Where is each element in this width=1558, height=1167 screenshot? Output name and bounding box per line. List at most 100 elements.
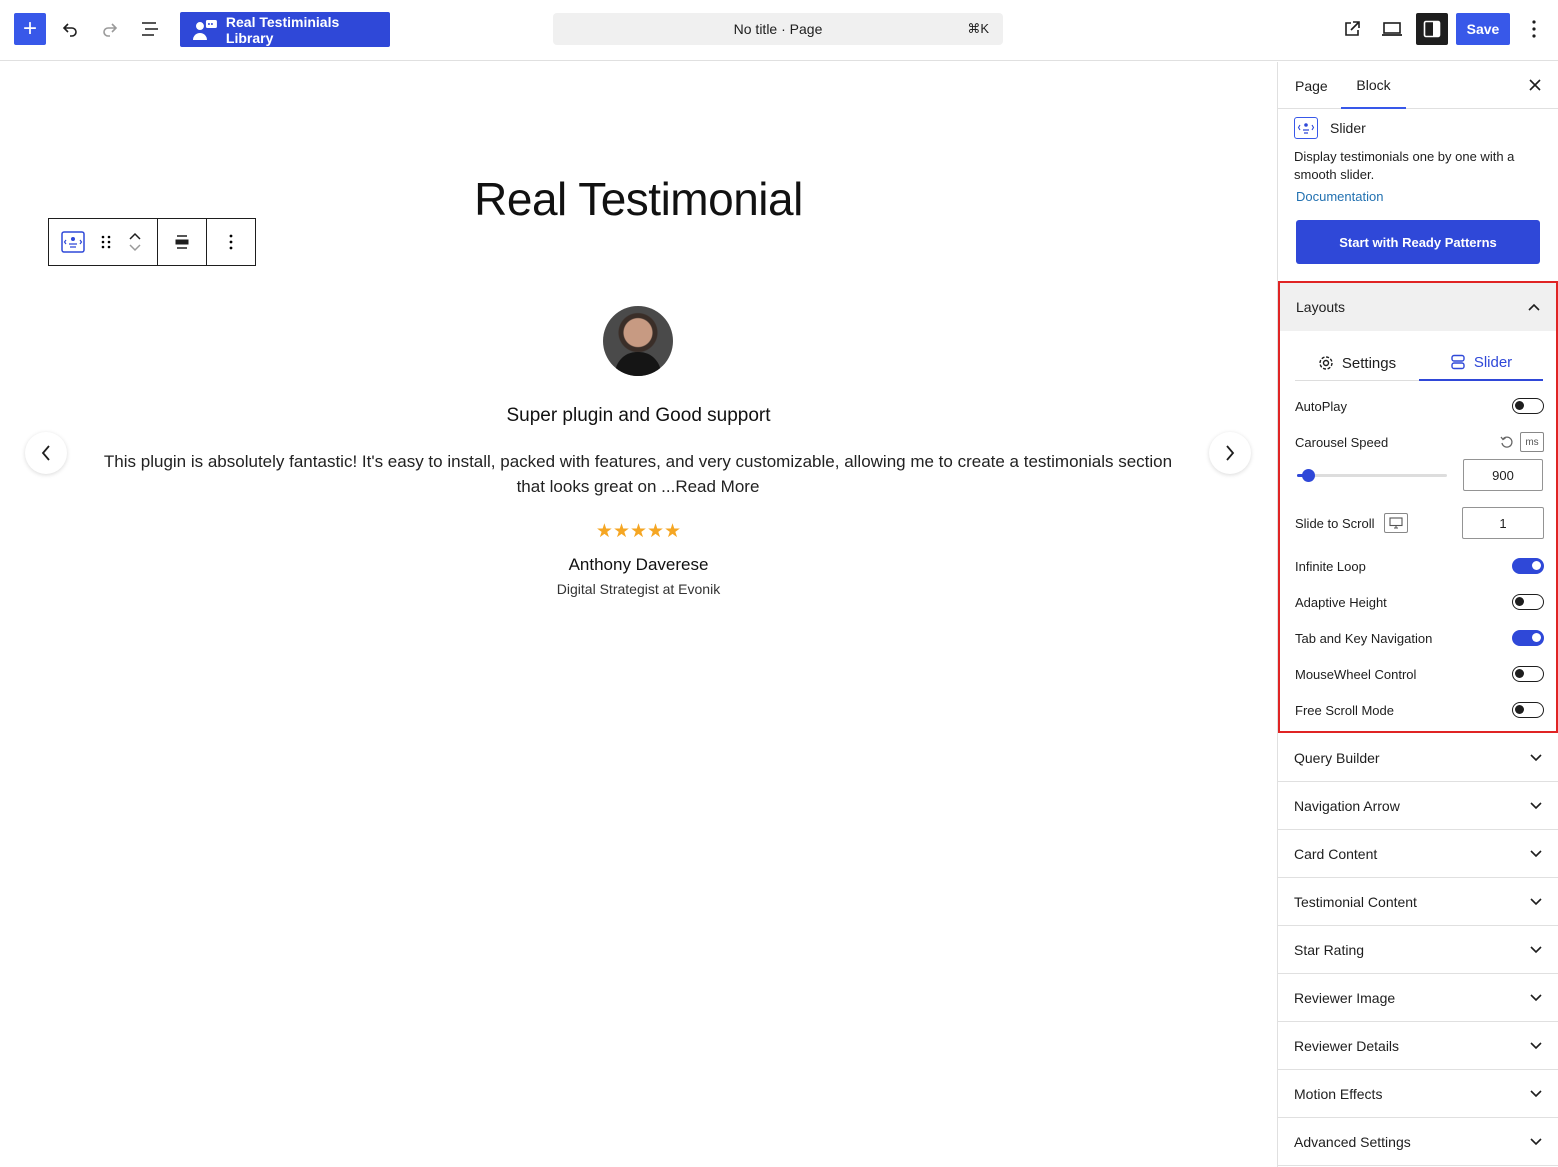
chevron-down-icon xyxy=(1530,1041,1542,1049)
block-name: Slider xyxy=(1330,120,1366,136)
responsive-device-button[interactable] xyxy=(1384,513,1409,533)
chevron-down-icon xyxy=(1530,1137,1542,1145)
infinite-loop-row: Infinite Loop xyxy=(1295,555,1544,577)
desktop-icon xyxy=(1389,517,1404,529)
save-label: Save xyxy=(1466,21,1500,37)
tab-settings-label: Settings xyxy=(1341,354,1397,372)
adaptive-height-row: Adaptive Height xyxy=(1295,591,1544,613)
slider-prev-arrow[interactable] xyxy=(25,432,67,474)
chevron-down-icon xyxy=(1530,1089,1542,1097)
block-toolbar-group-align xyxy=(158,219,207,265)
slide-to-scroll-label: Slide to Scroll xyxy=(1295,515,1375,531)
tab-page[interactable]: Page xyxy=(1295,62,1328,109)
accordion-testimonial-content[interactable]: Testimonial Content xyxy=(1278,878,1558,926)
document-overview-button[interactable] xyxy=(136,14,164,44)
slider-next-arrow[interactable] xyxy=(1209,432,1251,474)
slider-tab-icon xyxy=(1451,354,1465,370)
testimonial-body: This plugin is absolutely fantastic! It'… xyxy=(103,452,1173,496)
move-down-icon[interactable] xyxy=(129,244,141,252)
accordion-advanced-settings[interactable]: Advanced Settings xyxy=(1278,1118,1558,1166)
block-toolbar xyxy=(48,218,256,266)
options-button[interactable] xyxy=(1520,14,1548,44)
layouts-panel: Layouts Settings Slider AutoPlay Carouse… xyxy=(1278,281,1558,733)
accordion-reviewer-details[interactable]: Reviewer Details xyxy=(1278,1022,1558,1070)
adaptive-height-label: Adaptive Height xyxy=(1295,594,1387,610)
slide-to-scroll-row: Slide to Scroll 1 xyxy=(1295,507,1544,539)
chevron-down-icon xyxy=(1530,849,1542,857)
speed-slider[interactable] xyxy=(1297,469,1447,482)
command-shortcut: ⌘K xyxy=(967,21,989,36)
plus-icon: + xyxy=(22,15,37,42)
device-preview-button[interactable] xyxy=(1377,14,1407,44)
mousewheel-control-row: MouseWheel Control xyxy=(1295,663,1544,685)
carousel-speed-input[interactable]: 900 xyxy=(1463,459,1543,491)
accordion-label: Star Rating xyxy=(1294,941,1365,958)
tab-key-navigation-toggle[interactable] xyxy=(1512,630,1544,646)
reset-icon[interactable] xyxy=(1500,435,1514,449)
star-rating: ★★★★★ xyxy=(595,521,682,542)
documentation-link[interactable]: Documentation xyxy=(1296,189,1544,204)
undo-button[interactable] xyxy=(56,14,84,44)
chevron-down-icon xyxy=(1530,801,1542,809)
settings-sidebar-toggle[interactable] xyxy=(1416,13,1448,45)
accordion-label: Card Content xyxy=(1294,845,1378,862)
tab-block[interactable]: Block xyxy=(1341,62,1406,109)
close-sidebar-button[interactable] xyxy=(1526,76,1544,94)
move-up-icon[interactable] xyxy=(129,232,141,240)
free-scroll-mode-toggle[interactable] xyxy=(1512,702,1544,718)
block-toolbar-group-block xyxy=(49,219,158,265)
adaptive-height-toggle[interactable] xyxy=(1512,594,1544,610)
settings-sidebar: Page Block Slider Display testimonials o… xyxy=(1277,62,1558,1167)
accordion-star-rating[interactable]: Star Rating xyxy=(1278,926,1558,974)
slider-block-icon xyxy=(1294,117,1318,139)
tab-settings[interactable]: Settings xyxy=(1295,345,1419,381)
external-link-icon xyxy=(1345,21,1360,36)
accordion-navigation-arrow[interactable]: Navigation Arrow xyxy=(1278,782,1558,830)
list-view-icon xyxy=(142,22,158,36)
infinite-loop-label: Infinite Loop xyxy=(1295,558,1366,574)
tab-slider-label: Slider xyxy=(1473,353,1513,371)
redo-icon xyxy=(103,23,118,37)
accordion-reviewer-image[interactable]: Reviewer Image xyxy=(1278,974,1558,1022)
redo-button[interactable] xyxy=(96,14,124,44)
align-button[interactable] xyxy=(174,219,190,265)
accordion-label: Motion Effects xyxy=(1294,1085,1383,1102)
block-type-button[interactable] xyxy=(49,219,97,265)
command-palette-bar[interactable]: No title · Page ⌘K xyxy=(553,13,1003,45)
slide-to-scroll-input[interactable]: 1 xyxy=(1462,507,1544,539)
move-block-controls xyxy=(115,219,155,265)
document-title: No title · Page xyxy=(733,21,823,37)
close-icon xyxy=(1529,79,1541,91)
autoplay-label: AutoPlay xyxy=(1295,398,1348,414)
tab-slider[interactable]: Slider xyxy=(1419,345,1543,381)
add-block-button[interactable]: + xyxy=(14,13,46,45)
accordion-label: Query Builder xyxy=(1294,749,1380,766)
chevron-up-icon xyxy=(1528,303,1540,311)
block-options-button[interactable] xyxy=(229,219,233,265)
carousel-speed-control: 900 xyxy=(1295,459,1544,491)
laptop-icon xyxy=(1382,22,1402,36)
accordion-query-builder[interactable]: Query Builder xyxy=(1278,734,1558,782)
accordion-card-content[interactable]: Card Content xyxy=(1278,830,1558,878)
editor-top-bar: + Real Testiminials Library No title · P… xyxy=(0,0,1558,61)
accordion-label: Reviewer Details xyxy=(1294,1037,1400,1054)
infinite-loop-toggle[interactable] xyxy=(1512,558,1544,574)
drag-handle[interactable] xyxy=(97,219,115,265)
tab-key-navigation-label: Tab and Key Navigation xyxy=(1295,630,1433,646)
view-page-button[interactable] xyxy=(1338,14,1366,44)
ready-patterns-button[interactable]: Start with Ready Patterns xyxy=(1296,220,1540,264)
autoplay-toggle[interactable] xyxy=(1512,398,1544,414)
tab-key-navigation-row: Tab and Key Navigation xyxy=(1295,627,1544,649)
mousewheel-control-toggle[interactable] xyxy=(1512,666,1544,682)
speed-slider-thumb[interactable] xyxy=(1302,469,1315,482)
accordion-motion-effects[interactable]: Motion Effects xyxy=(1278,1070,1558,1118)
more-vertical-icon xyxy=(229,234,233,250)
save-button[interactable]: Save xyxy=(1456,13,1510,45)
testimonial-title: Super plugin and Good support xyxy=(506,405,771,426)
unit-selector[interactable]: ms xyxy=(1520,432,1544,452)
layouts-tabs: Settings Slider xyxy=(1295,345,1543,381)
carousel-speed-label: Carousel Speed xyxy=(1295,434,1389,450)
testimonials-library-button[interactable]: Real Testiminials Library xyxy=(180,12,390,47)
layouts-panel-header[interactable]: Layouts xyxy=(1280,283,1556,331)
accordion-label: Advanced Settings xyxy=(1294,1133,1411,1150)
